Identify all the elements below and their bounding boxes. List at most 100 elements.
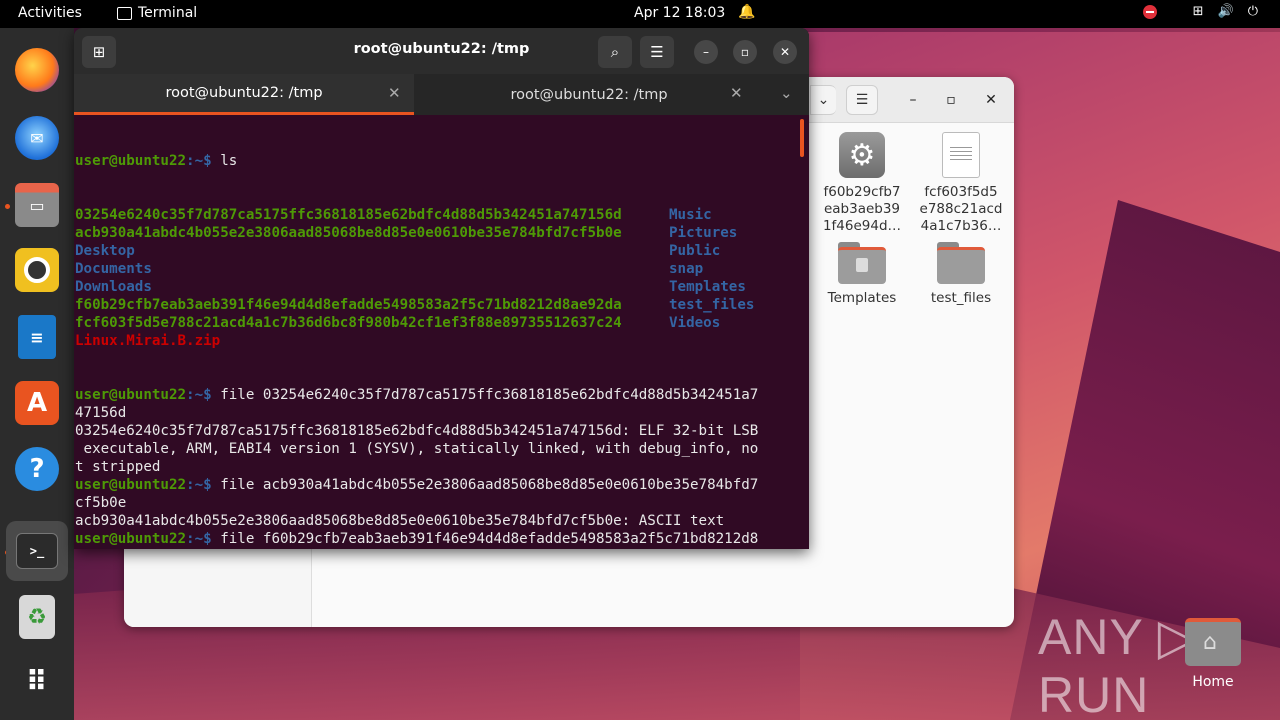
ls-entry: fcf603f5d5e788c21acd4a1c7b36d6bc8f980b42… bbox=[75, 315, 622, 331]
ls-row: acb930a41abdc4b055e2e3806aad85068be8d85e… bbox=[75, 224, 795, 242]
terminal-icon: >_ bbox=[16, 533, 58, 569]
search-icon[interactable]: ⌕ bbox=[598, 36, 632, 68]
notification-bell-icon[interactable]: 🔔 bbox=[738, 4, 755, 20]
minimize-button[interactable]: – bbox=[694, 40, 718, 64]
ls-entry: acb930a41abdc4b055e2e3806aad85068be8d85e… bbox=[75, 225, 622, 241]
ls-entry: 03254e6240c35f7d787ca5175ffc36818185e62b… bbox=[75, 207, 622, 223]
dock-help[interactable]: ? bbox=[10, 442, 64, 496]
ls-row: Desktop Public bbox=[75, 242, 795, 260]
app-center-icon: A bbox=[15, 381, 59, 425]
clock[interactable]: Apr 12 18:03 bbox=[634, 5, 725, 21]
app-menu[interactable]: Terminal bbox=[117, 5, 197, 21]
trash-icon: ♻ bbox=[19, 595, 55, 639]
dock-writer[interactable]: ≡ bbox=[10, 310, 64, 364]
top-bar: Activities Terminal Apr 12 18:03 🔔 ⊞ 🔊 ⏻ bbox=[0, 0, 1280, 28]
session-output: user@ubuntu22:~$ file 03254e6240c35f7d78… bbox=[75, 386, 795, 549]
home-label: Home bbox=[1192, 674, 1234, 690]
dock: ✉ ▭ ≡ A ? >_ ♻ ⠿ bbox=[0, 28, 74, 720]
folder-item[interactable]: test_files bbox=[911, 242, 1011, 307]
tab-1[interactable]: root@ubuntu22: /tmp bbox=[74, 74, 414, 115]
ls-entry: Desktop bbox=[75, 243, 135, 259]
file-name: f60b29cfb7 eab3aeb39 1f46e94d… bbox=[822, 184, 902, 234]
terminal-icon bbox=[117, 6, 132, 20]
terminal-window: ⊞ root@ubuntu22: /tmp ⌕ ☰ – ▫ ✕ root@ubu… bbox=[74, 28, 809, 549]
tab-close-icon[interactable]: ✕ bbox=[730, 84, 743, 102]
output-line: t stripped bbox=[75, 459, 161, 475]
maximize-button[interactable]: ▫ bbox=[733, 40, 757, 64]
ls-row: fcf603f5d5e788c21acd4a1c7b36d6bc8f980b42… bbox=[75, 314, 795, 332]
ls-row: 03254e6240c35f7d787ca5175ffc36818185e62b… bbox=[75, 206, 795, 224]
ls-entry: test_files bbox=[669, 297, 755, 313]
ls-entry: snap bbox=[669, 261, 704, 277]
ls-output: 03254e6240c35f7d787ca5175ffc36818185e62b… bbox=[75, 206, 795, 350]
ls-row: f60b29cfb7eab3aeb391f46e94d4d8efadde5498… bbox=[75, 296, 795, 314]
folder-icon bbox=[838, 242, 886, 284]
firefox-icon bbox=[15, 48, 59, 92]
ls-entry: Templates bbox=[669, 279, 746, 295]
thunderbird-icon: ✉ bbox=[15, 116, 59, 160]
activities-button[interactable]: Activities bbox=[18, 5, 82, 21]
ls-row: Documents snap bbox=[75, 260, 795, 278]
volume-icon: 🔊 bbox=[1217, 4, 1234, 19]
ls-row: Downloads Templates bbox=[75, 278, 795, 296]
minimize-button[interactable]: – bbox=[902, 89, 924, 111]
output-line: acb930a41abdc4b055e2e3806aad85068be8d85e… bbox=[75, 513, 725, 529]
record-indicator-icon bbox=[1142, 4, 1157, 19]
dock-terminal[interactable]: >_ bbox=[6, 521, 68, 581]
dock-firefox[interactable] bbox=[10, 43, 64, 97]
folder-item[interactable]: Templates bbox=[812, 242, 912, 307]
tab-list-chevron-down-icon[interactable]: ⌄ bbox=[780, 84, 793, 102]
tab-bar: root@ubuntu22: /tmp ✕ root@ubuntu22: /tm… bbox=[74, 74, 809, 115]
output-line: ae92da bbox=[75, 548, 795, 549]
folder-name: test_files bbox=[930, 290, 992, 306]
view-options-button[interactable]: ⌄ bbox=[810, 85, 836, 115]
desktop-home[interactable]: Home bbox=[1178, 610, 1248, 690]
close-button[interactable]: ✕ bbox=[773, 40, 797, 64]
prompt-line: user@ubuntu22:~$ file f60b29cfb7eab3aeb3… bbox=[75, 531, 759, 547]
output-line: executable, ARM, EABI4 version 1 (SYSV),… bbox=[75, 441, 759, 457]
network-icon: ⊞ bbox=[1192, 4, 1204, 19]
output-line: cf5b0e bbox=[75, 495, 127, 511]
ls-entry: Public bbox=[669, 243, 721, 259]
file-name: fcf603f5d5 e788c21acd 4a1c7b36… bbox=[919, 184, 1003, 234]
dock-trash[interactable]: ♻ bbox=[10, 590, 64, 644]
menu-button[interactable]: ☰ bbox=[846, 85, 878, 115]
rhythmbox-icon bbox=[15, 248, 59, 292]
ls-entry: f60b29cfb7eab3aeb391f46e94d4d8efadde5498… bbox=[75, 297, 622, 313]
dock-files[interactable]: ▭ bbox=[10, 178, 64, 232]
ls-entry: Music bbox=[669, 207, 712, 223]
prompt-line: user@ubuntu22:~$ file 03254e6240c35f7d78… bbox=[75, 387, 759, 403]
prompt-line: user@ubuntu22:~$ ls bbox=[75, 153, 238, 169]
file-item[interactable]: ⚙ f60b29cfb7 eab3aeb39 1f46e94d… bbox=[812, 132, 912, 235]
power-icon: ⏻ bbox=[1247, 4, 1258, 19]
files-icon: ▭ bbox=[15, 183, 59, 227]
tab-2[interactable]: root@ubuntu22: /tmp bbox=[414, 74, 764, 115]
maximize-button[interactable]: ▫ bbox=[940, 89, 962, 111]
output-line: 47156d bbox=[75, 405, 127, 421]
ls-row: Linux.Mirai.B.zip bbox=[75, 332, 795, 350]
close-button[interactable]: ✕ bbox=[980, 89, 1002, 111]
dock-rhythmbox[interactable] bbox=[10, 243, 64, 297]
gear-icon: ⚙ bbox=[839, 132, 885, 178]
document-icon bbox=[942, 132, 980, 178]
prompt-line: user@ubuntu22:~$ file acb930a41abdc4b055… bbox=[75, 477, 759, 493]
ls-entry: Pictures bbox=[669, 225, 738, 241]
dock-show-apps[interactable]: ⠿ bbox=[10, 654, 64, 708]
ls-entry: Linux.Mirai.B.zip bbox=[75, 333, 221, 349]
writer-icon: ≡ bbox=[18, 315, 56, 359]
system-tray[interactable]: ⊞ 🔊 ⏻ bbox=[1142, 4, 1258, 19]
app-name: Terminal bbox=[138, 5, 198, 21]
tab-close-icon[interactable]: ✕ bbox=[388, 84, 401, 102]
tab-label: root@ubuntu22: /tmp bbox=[165, 85, 323, 101]
show-apps-icon: ⠿ bbox=[25, 664, 49, 698]
dock-thunderbird[interactable]: ✉ bbox=[10, 111, 64, 165]
terminal-output[interactable]: user@ubuntu22:~$ ls 03254e6240c35f7d787c… bbox=[75, 116, 795, 549]
dock-app-center[interactable]: A bbox=[10, 376, 64, 430]
scrollbar[interactable] bbox=[800, 119, 804, 157]
ls-entry: Videos bbox=[669, 315, 721, 331]
hamburger-menu-icon[interactable]: ☰ bbox=[640, 36, 674, 68]
folder-name: Templates bbox=[827, 290, 897, 306]
home-folder-icon bbox=[1185, 618, 1241, 666]
terminal-titlebar[interactable]: ⊞ root@ubuntu22: /tmp ⌕ ☰ – ▫ ✕ bbox=[74, 28, 809, 74]
file-item[interactable]: fcf603f5d5 e788c21acd 4a1c7b36… bbox=[911, 132, 1011, 235]
